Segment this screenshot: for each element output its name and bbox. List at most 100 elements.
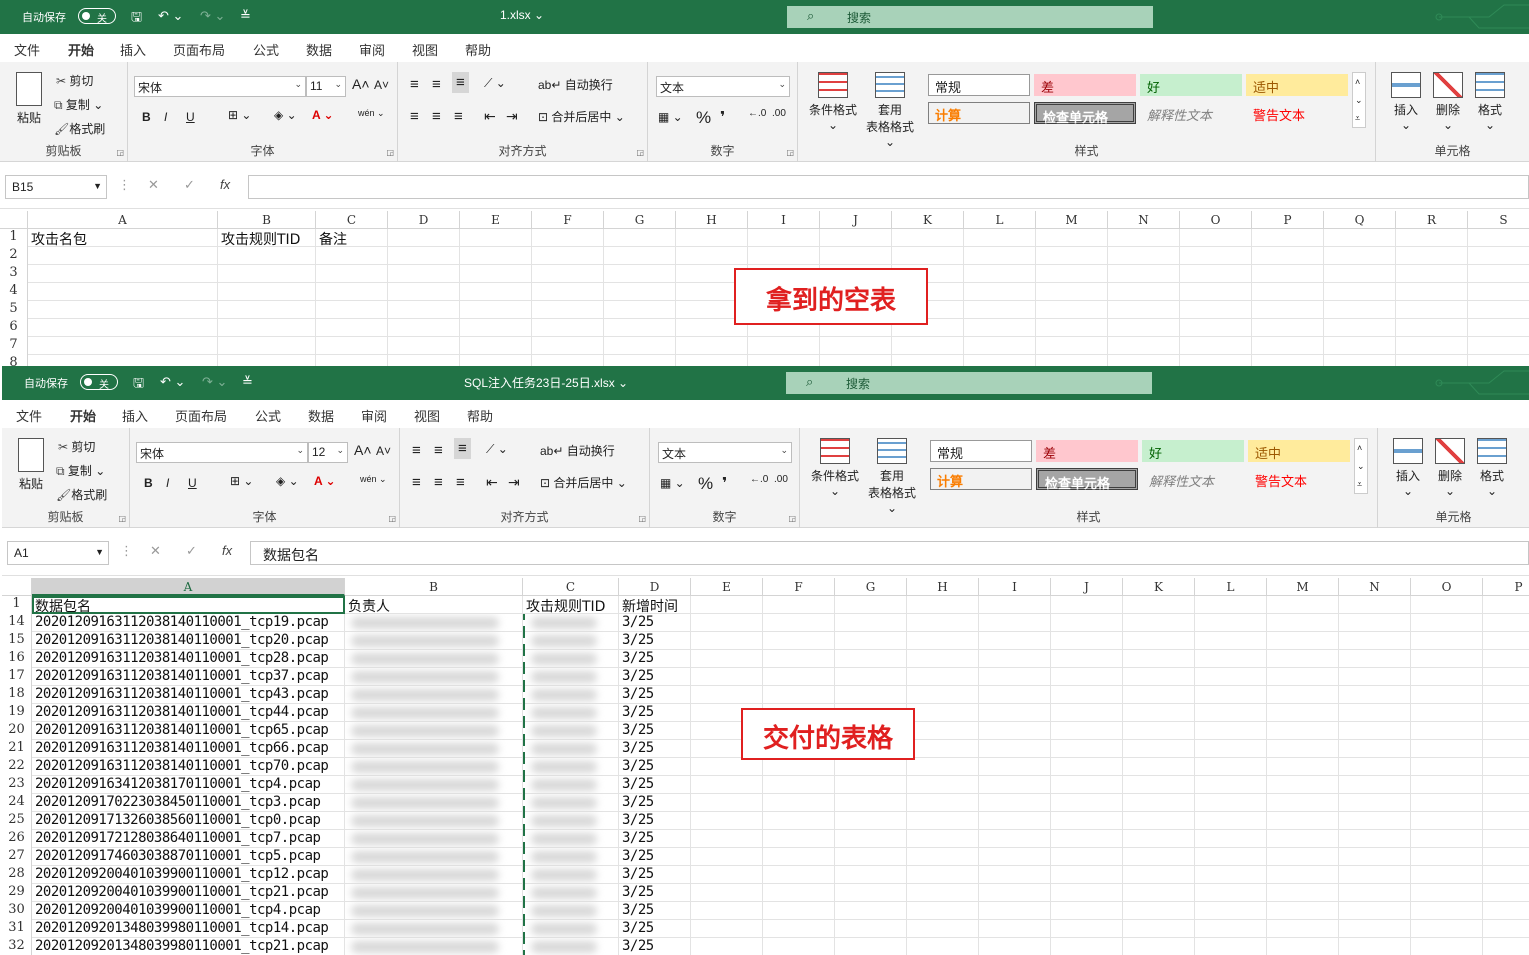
- table-cell[interactable]: [835, 758, 907, 776]
- font-color-icon[interactable]: A ⌄: [312, 108, 334, 122]
- table-cell[interactable]: [1468, 229, 1529, 247]
- dialog-launcher-icon[interactable]: ◲: [638, 514, 646, 523]
- tab-formulas[interactable]: 公式: [255, 406, 281, 425]
- file-name-cell[interactable]: 20201209163112038140110001_tcp43.pcap: [32, 686, 345, 704]
- format-painter-button[interactable]: 🖌格式刷: [56, 486, 107, 503]
- style-explanatory[interactable]: 解释性文本: [1142, 468, 1244, 490]
- rule-tid-cell[interactable]: [523, 686, 619, 704]
- table-cell[interactable]: [820, 247, 892, 265]
- rule-tid-cell[interactable]: [523, 758, 619, 776]
- table-cell[interactable]: [979, 668, 1051, 686]
- table-cell[interactable]: [1411, 632, 1483, 650]
- date-cell[interactable]: 3/25: [619, 758, 691, 776]
- increase-font-icon[interactable]: A˄: [354, 442, 372, 458]
- table-cell[interactable]: [460, 337, 532, 355]
- column-header[interactable]: P: [1483, 578, 1529, 596]
- table-cell[interactable]: [1180, 355, 1252, 366]
- cancel-icon[interactable]: ✕: [150, 543, 161, 559]
- table-cell[interactable]: [388, 265, 460, 283]
- table-cell[interactable]: [1411, 866, 1483, 884]
- table-cell[interactable]: [1324, 247, 1396, 265]
- orientation-icon[interactable]: ⟋ ⌄: [486, 442, 508, 457]
- table-cell[interactable]: [964, 319, 1036, 337]
- redo-icon[interactable]: ↷ ⌄: [202, 374, 227, 390]
- insert-cells-button[interactable]: 插入 ⌄: [1388, 438, 1428, 498]
- table-cell[interactable]: [691, 632, 763, 650]
- table-cell[interactable]: [1108, 283, 1180, 301]
- table-cell[interactable]: [907, 686, 979, 704]
- table-cell[interactable]: [316, 283, 388, 301]
- table-cell[interactable]: [532, 337, 604, 355]
- table-cell[interactable]: [1267, 848, 1339, 866]
- table-cell[interactable]: [907, 614, 979, 632]
- table-cell[interactable]: [1339, 794, 1411, 812]
- table-cell[interactable]: [691, 938, 763, 955]
- rule-tid-cell[interactable]: [523, 866, 619, 884]
- search-box[interactable]: ⌕ 搜索: [787, 6, 1153, 28]
- column-header[interactable]: D: [619, 578, 691, 596]
- cancel-icon[interactable]: ✕: [148, 177, 159, 193]
- format-cells-button[interactable]: 格式 ⌄: [1472, 438, 1512, 498]
- table-cell[interactable]: [388, 337, 460, 355]
- table-cell[interactable]: [1267, 596, 1339, 614]
- tab-view[interactable]: 视图: [414, 406, 440, 425]
- table-cell[interactable]: [1483, 632, 1529, 650]
- row-number[interactable]: 19: [2, 704, 32, 722]
- file-name-cell[interactable]: 20201209174603038870110001_tcp5.pcap: [32, 848, 345, 866]
- row-number[interactable]: 30: [2, 902, 32, 920]
- table-cell[interactable]: [835, 596, 907, 614]
- file-name-cell[interactable]: 20201209163112038140110001_tcp70.pcap: [32, 758, 345, 776]
- row-number[interactable]: 1: [0, 229, 28, 247]
- table-cell[interactable]: [979, 614, 1051, 632]
- row-number[interactable]: 18: [2, 686, 32, 704]
- column-header[interactable]: L: [1195, 578, 1267, 596]
- table-cell[interactable]: [691, 812, 763, 830]
- file-name-cell[interactable]: 20201209172128038640110001_tcp7.pcap: [32, 830, 345, 848]
- table-cell[interactable]: [907, 704, 979, 722]
- table-cell[interactable]: [1483, 596, 1529, 614]
- wrap-text-button[interactable]: ab↵ 自动换行: [538, 76, 613, 93]
- table-cell[interactable]: [691, 686, 763, 704]
- column-header[interactable]: L: [964, 211, 1036, 229]
- style-neutral[interactable]: 适中: [1246, 74, 1348, 96]
- table-cell[interactable]: [1195, 704, 1267, 722]
- table-cell[interactable]: [1252, 229, 1324, 247]
- table-cell[interactable]: [1267, 614, 1339, 632]
- table-cell[interactable]: [1483, 938, 1529, 955]
- table-cell[interactable]: [218, 301, 316, 319]
- tab-review[interactable]: 审阅: [361, 406, 387, 425]
- tab-data[interactable]: 数据: [308, 406, 334, 425]
- table-cell[interactable]: [1483, 848, 1529, 866]
- row-number[interactable]: 26: [2, 830, 32, 848]
- table-cell[interactable]: [1267, 758, 1339, 776]
- fill-color-icon[interactable]: ◈ ⌄: [276, 474, 299, 488]
- table-cell[interactable]: [835, 794, 907, 812]
- table-cell[interactable]: [1324, 301, 1396, 319]
- column-header[interactable]: H: [907, 578, 979, 596]
- table-cell[interactable]: [1108, 301, 1180, 319]
- row-number[interactable]: 6: [0, 319, 28, 337]
- table-cell[interactable]: [964, 265, 1036, 283]
- table-cell[interactable]: [316, 301, 388, 319]
- table-cell[interactable]: [1483, 758, 1529, 776]
- style-good[interactable]: 好: [1140, 74, 1242, 96]
- column-header[interactable]: C: [523, 578, 619, 596]
- table-cell[interactable]: [691, 776, 763, 794]
- style-warning[interactable]: 警告文本: [1248, 468, 1350, 490]
- table-cell[interactable]: [1051, 650, 1123, 668]
- table-cell[interactable]: [763, 938, 835, 955]
- date-cell[interactable]: 3/25: [619, 668, 691, 686]
- table-cell[interactable]: [907, 902, 979, 920]
- table-cell[interactable]: [892, 355, 964, 366]
- table-cell[interactable]: [1195, 686, 1267, 704]
- owner-cell[interactable]: [345, 794, 523, 812]
- table-cell[interactable]: [892, 247, 964, 265]
- table-cell[interactable]: [1411, 794, 1483, 812]
- table-cell[interactable]: [1195, 740, 1267, 758]
- table-cell[interactable]: [907, 776, 979, 794]
- header-cell[interactable]: 攻击规则TID: [523, 596, 619, 614]
- table-cell[interactable]: [1267, 902, 1339, 920]
- table-cell[interactable]: [1396, 301, 1468, 319]
- table-cell[interactable]: [763, 614, 835, 632]
- table-cell[interactable]: [316, 355, 388, 366]
